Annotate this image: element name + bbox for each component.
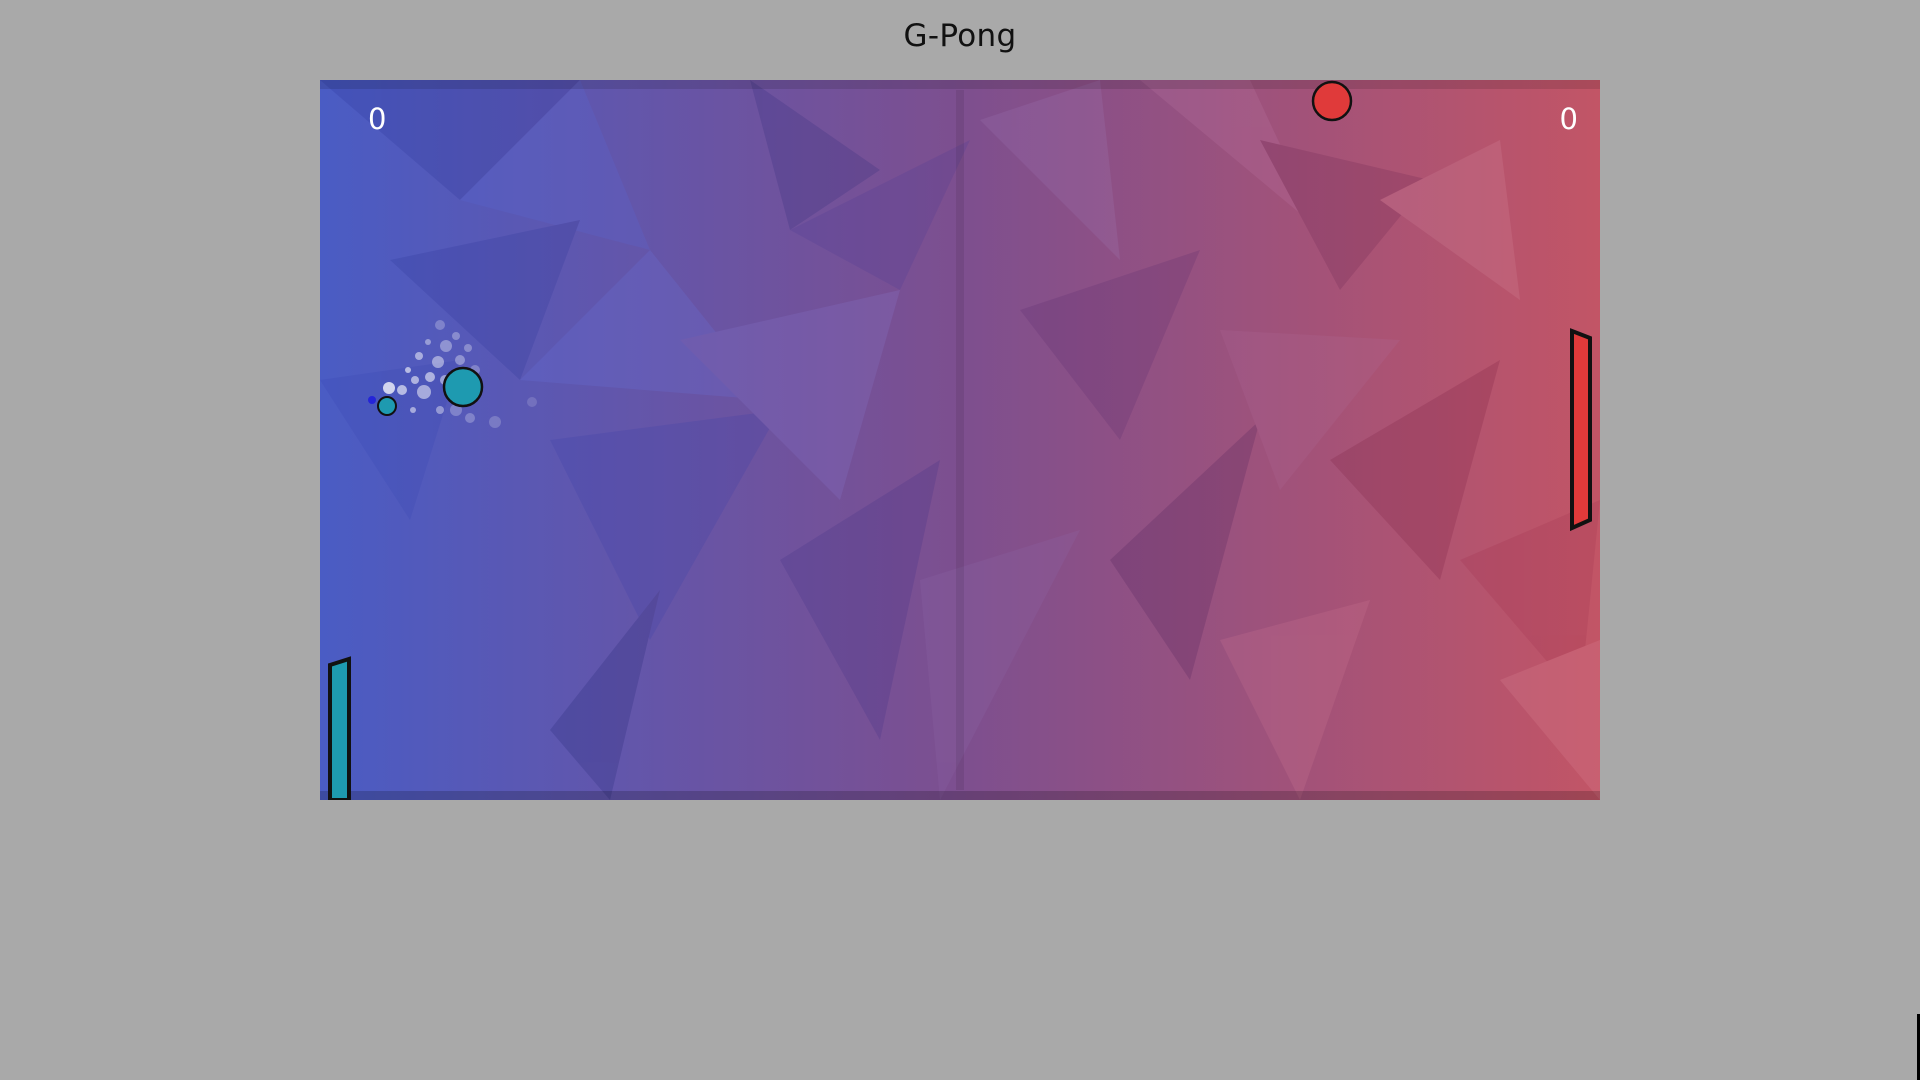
game-objects: [328, 80, 1592, 800]
right-paddle[interactable]: [1570, 328, 1592, 532]
powerup-ball: [1311, 80, 1353, 122]
particle-blue: [368, 396, 376, 404]
left-paddle[interactable]: [328, 656, 351, 800]
game-arena[interactable]: 0 0: [320, 80, 1600, 800]
secondary-ball: [377, 396, 397, 416]
main-ball: [442, 366, 484, 408]
game-title: G-Pong: [903, 18, 1017, 54]
